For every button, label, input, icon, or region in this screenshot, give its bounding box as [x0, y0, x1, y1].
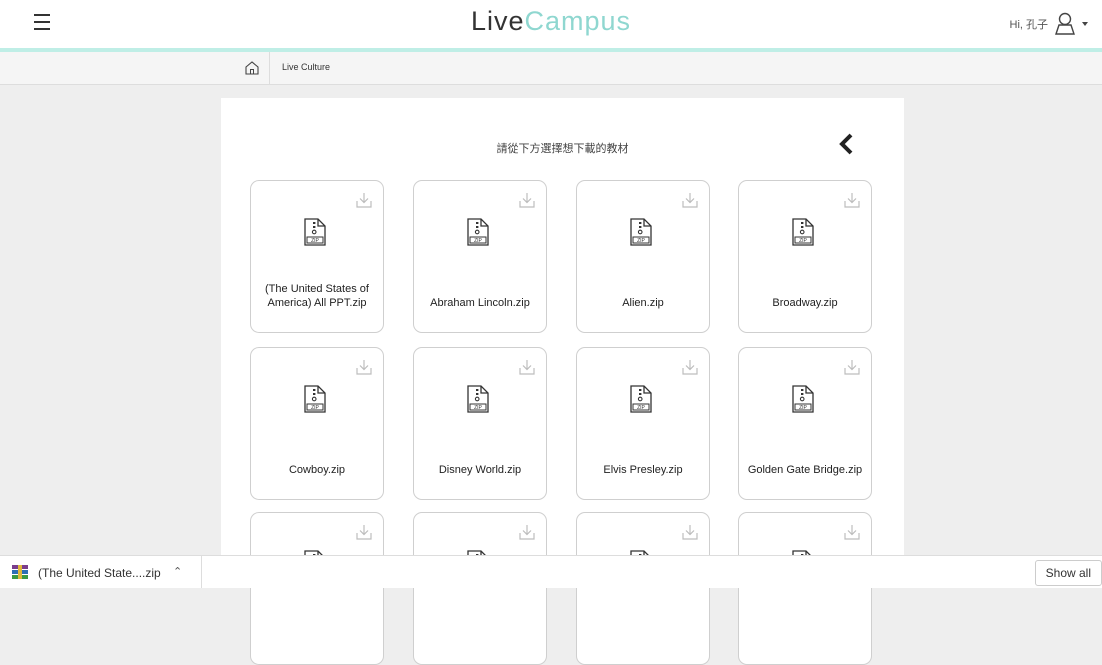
user-menu[interactable]: Hi, 孔子	[1009, 12, 1088, 36]
breadcrumb-label[interactable]: Live Culture	[282, 62, 330, 72]
zip-file-icon: ZIP	[792, 218, 814, 251]
show-all-button[interactable]: Show all	[1034, 560, 1102, 586]
back-button[interactable]	[838, 133, 854, 160]
zip-file-icon: ZIP	[630, 218, 652, 251]
zip-file-icon: ZIP	[304, 385, 326, 418]
download-icon[interactable]	[518, 523, 536, 546]
file-name: Cowboy.zip	[288, 464, 346, 476]
download-icon[interactable]	[681, 191, 699, 214]
user-greeting: Hi, 孔子	[1009, 19, 1049, 31]
download-item[interactable]: (The United State....zip ⌃	[0, 556, 202, 588]
file-name: Golden Gate Bridge.zip	[747, 464, 863, 476]
download-filename: (The United State....zip	[38, 566, 161, 580]
archive-file-icon	[12, 565, 28, 579]
chevron-up-icon[interactable]: ⌃	[173, 565, 182, 578]
zip-file-icon: ZIP	[792, 385, 814, 418]
file-name	[581, 612, 705, 642]
logo-live: Live	[470, 6, 525, 36]
browser-download-bar: (The United State....zip ⌃ Show all	[0, 555, 1102, 588]
svg-text:ZIP: ZIP	[474, 405, 482, 411]
materials-panel: 請從下方選擇想下載的教材 ZIP (The United States of Am…	[221, 98, 904, 665]
file-card[interactable]: ZIP	[413, 512, 547, 665]
file-card[interactable]: ZIP Alien.zip	[576, 180, 710, 333]
file-name	[418, 612, 542, 642]
file-card[interactable]: ZIP	[576, 512, 710, 665]
zip-file-icon: ZIP	[467, 218, 489, 251]
download-icon[interactable]	[681, 523, 699, 546]
zip-file-icon: ZIP	[630, 385, 652, 418]
download-icon[interactable]	[843, 358, 861, 381]
logo[interactable]: LiveCampus	[0, 6, 1102, 37]
file-card[interactable]: ZIP Abraham Lincoln.zip	[413, 180, 547, 333]
user-icon	[1055, 12, 1075, 35]
file-name: Broadway.zip	[772, 297, 838, 309]
file-name: Alien.zip	[622, 297, 664, 309]
download-icon[interactable]	[843, 523, 861, 546]
logo-campus: Campus	[524, 6, 632, 36]
file-name: Disney World.zip	[438, 464, 522, 476]
file-card[interactable]: ZIP	[738, 512, 872, 665]
file-card[interactable]: ZIP	[250, 512, 384, 665]
file-card[interactable]: ZIP Elvis Presley.zip	[576, 347, 710, 500]
chevron-left-icon	[839, 133, 853, 155]
download-icon[interactable]	[355, 358, 373, 381]
svg-text:ZIP: ZIP	[637, 405, 645, 411]
file-name	[255, 612, 379, 642]
file-card[interactable]: ZIP Cowboy.zip	[250, 347, 384, 500]
caret-down-icon	[1082, 22, 1088, 26]
svg-text:ZIP: ZIP	[474, 238, 482, 244]
svg-text:ZIP: ZIP	[799, 238, 807, 244]
svg-text:ZIP: ZIP	[799, 405, 807, 411]
file-name	[743, 612, 867, 642]
download-icon[interactable]	[518, 358, 536, 381]
zip-file-icon: ZIP	[467, 385, 489, 418]
file-name: (The United States of America) All PPT.z…	[265, 283, 369, 309]
breadcrumb-home[interactable]	[235, 52, 270, 84]
top-header: LiveCampus Hi, 孔子	[0, 0, 1102, 48]
file-name: Abraham Lincoln.zip	[430, 297, 530, 309]
file-name: Elvis Presley.zip	[603, 464, 683, 476]
download-icon[interactable]	[355, 191, 373, 214]
file-card[interactable]: ZIP Broadway.zip	[738, 180, 872, 333]
page-title: 請從下方選擇想下載的教材	[496, 143, 629, 155]
svg-text:ZIP: ZIP	[637, 238, 645, 244]
svg-text:ZIP: ZIP	[311, 238, 319, 244]
download-icon[interactable]	[843, 191, 861, 214]
download-icon[interactable]	[355, 523, 373, 546]
file-card[interactable]: ZIP (The United States of America) All PP…	[250, 180, 384, 333]
download-icon[interactable]	[518, 191, 536, 214]
home-icon	[245, 61, 259, 75]
breadcrumb: Live Culture	[0, 52, 1102, 85]
svg-text:ZIP: ZIP	[311, 405, 319, 411]
file-card[interactable]: ZIP Golden Gate Bridge.zip	[738, 347, 872, 500]
download-icon[interactable]	[681, 358, 699, 381]
zip-file-icon: ZIP	[304, 218, 326, 251]
file-card[interactable]: ZIP Disney World.zip	[413, 347, 547, 500]
